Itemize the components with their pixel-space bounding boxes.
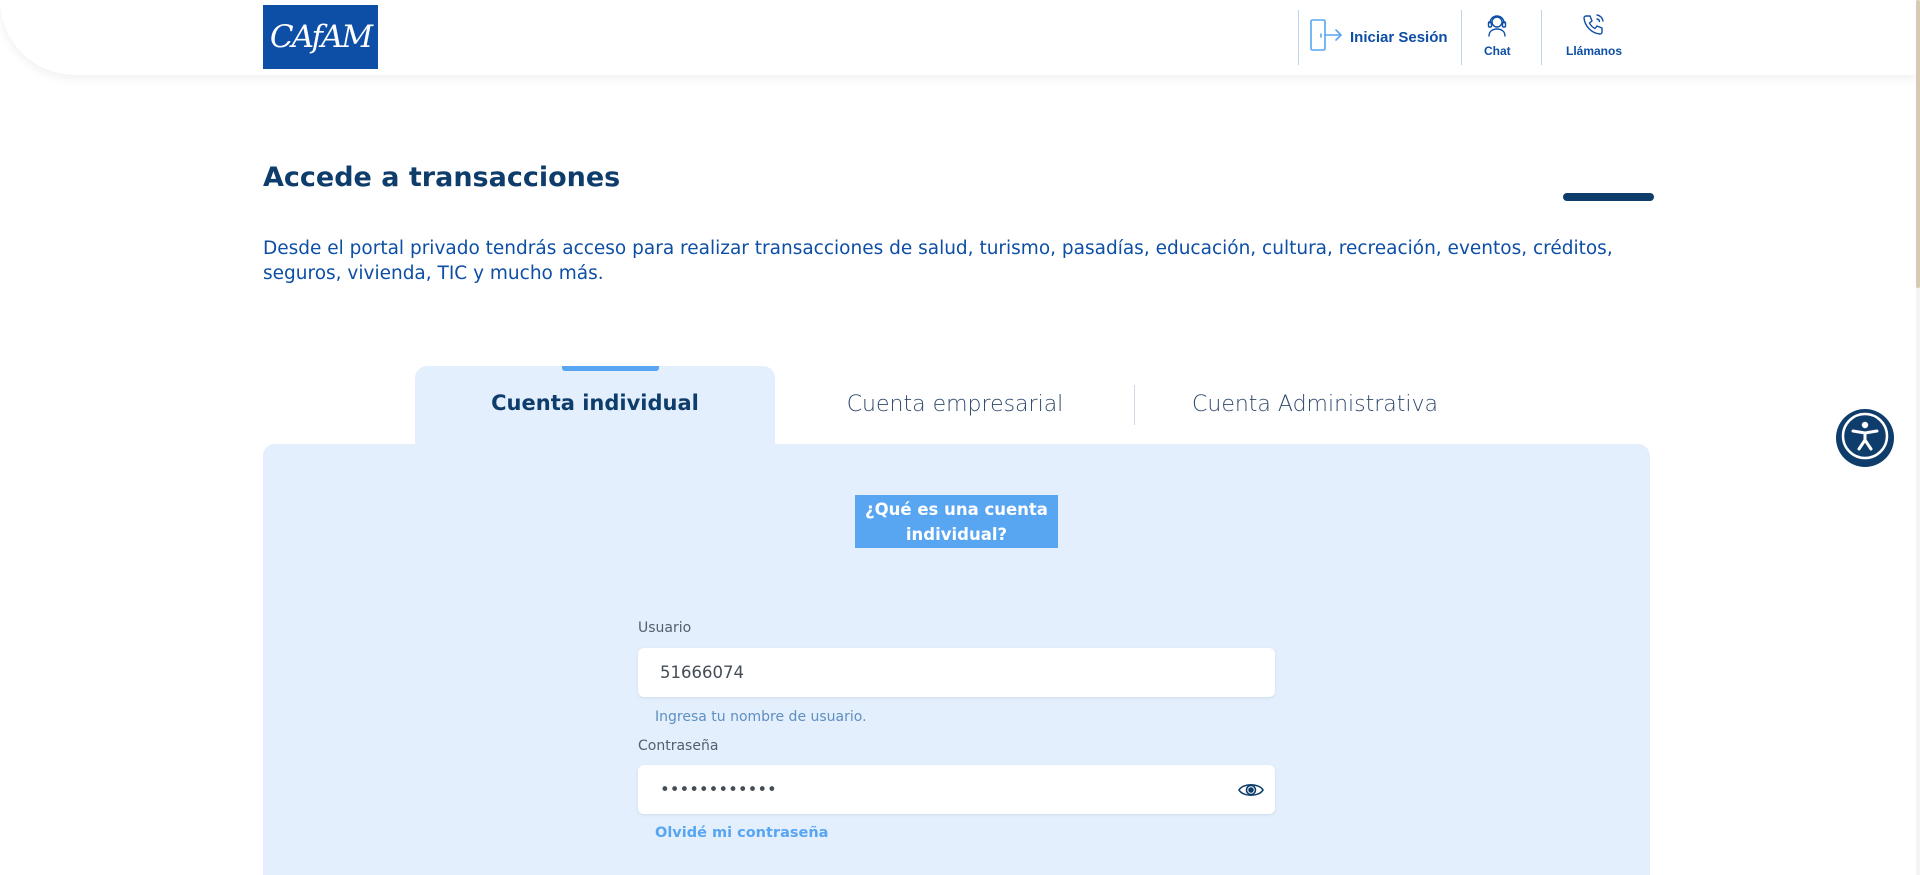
username-helper-text: Ingresa tu nombre de usuario. — [655, 709, 867, 725]
scrollbar-thumb[interactable] — [1916, 0, 1920, 288]
eye-icon[interactable] — [1238, 781, 1264, 804]
call-button[interactable]: Llámanos — [1566, 12, 1622, 58]
cafam-logo[interactable]: CAfAM — [263, 5, 378, 69]
header-divider — [1298, 10, 1299, 65]
header-divider — [1541, 10, 1542, 65]
forgot-password-link[interactable]: Olvidé mi contraseña — [655, 825, 828, 841]
login-label: Iniciar Sesión — [1350, 28, 1448, 46]
accessibility-icon — [1840, 411, 1890, 466]
headset-icon — [1484, 12, 1510, 44]
username-input[interactable] — [658, 662, 1222, 683]
call-label: Llámanos — [1566, 44, 1623, 58]
page-title: Accede a transacciones — [263, 162, 621, 193]
password-field-box — [638, 765, 1275, 814]
header-divider — [1461, 10, 1462, 65]
title-accent-bar — [1563, 193, 1654, 201]
password-label: Contraseña — [638, 738, 719, 754]
tab-individual-label: Cuenta individual — [491, 391, 699, 415]
active-tab-indicator — [562, 366, 659, 371]
password-input[interactable] — [658, 779, 1222, 800]
tab-individual[interactable]: Cuenta individual — [415, 366, 775, 446]
site-header: CAfAM Iniciar Sesión Chat Llámanos — [0, 0, 1916, 75]
tab-empresarial[interactable]: Cuenta empresarial — [775, 392, 1135, 417]
chat-button[interactable]: Chat — [1484, 12, 1511, 58]
scrollbar-track[interactable] — [1916, 0, 1920, 875]
intro-description: Desde el portal privado tendrás acceso p… — [263, 238, 1613, 284]
chat-label: Chat — [1484, 44, 1511, 58]
username-label: Usuario — [638, 620, 692, 636]
login-link[interactable]: Iniciar Sesión — [1308, 18, 1448, 56]
info-button-label: ¿Qué es una cuenta individual? — [865, 499, 1048, 544]
username-field-box — [638, 648, 1275, 697]
accessibility-button[interactable] — [1836, 409, 1894, 467]
logo-text: CAfAM — [269, 19, 373, 55]
what-is-individual-account-button[interactable]: ¿Qué es una cuenta individual? — [855, 495, 1058, 548]
tab-administrativa[interactable]: Cuenta Administrativa — [1135, 392, 1495, 417]
phone-icon — [1580, 12, 1608, 44]
door-arrow-icon — [1308, 17, 1344, 57]
